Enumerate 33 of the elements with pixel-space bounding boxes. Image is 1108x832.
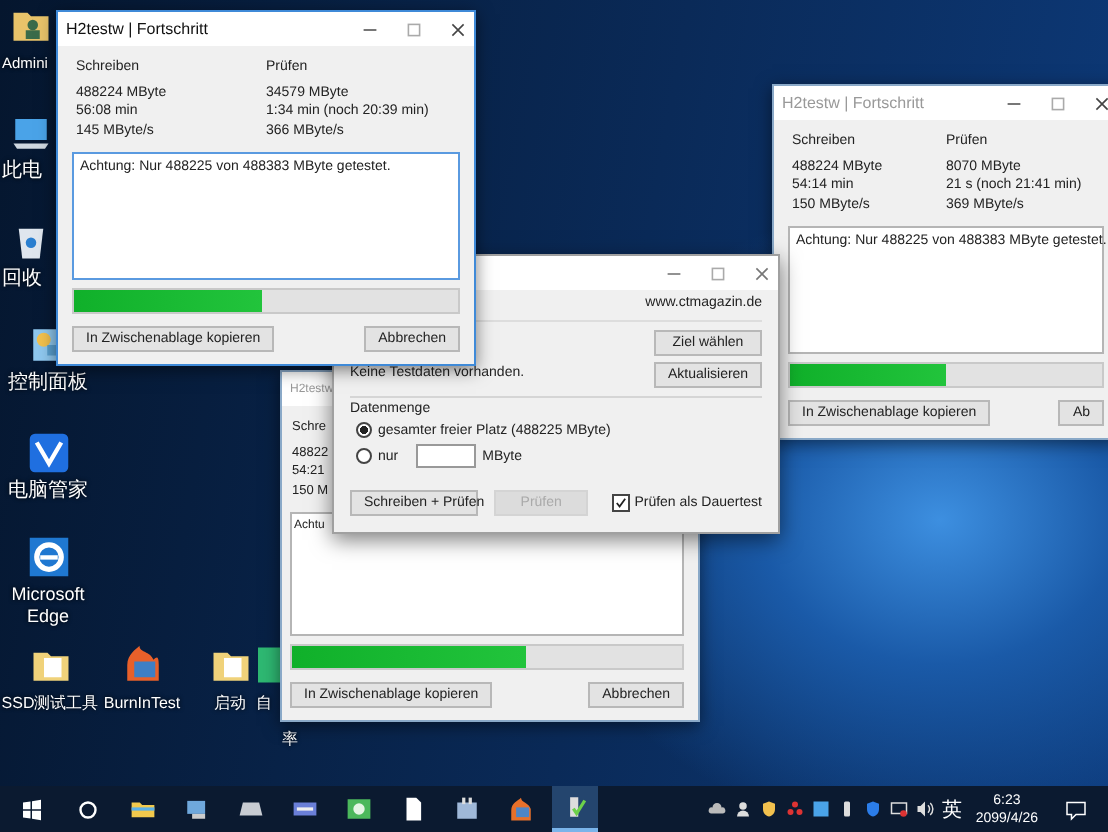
flame-monitor-icon: [508, 796, 534, 822]
input-language[interactable]: 英: [941, 795, 962, 823]
search-icon[interactable]: [76, 797, 100, 821]
desktop-icon-label: Microsoft Edge: [9, 584, 87, 628]
desktop-icon-label: 自: [256, 692, 272, 714]
radio-button[interactable]: [356, 422, 372, 438]
network-icon[interactable]: [889, 800, 908, 818]
radio-button[interactable]: [356, 448, 372, 464]
taskbar-app[interactable]: [552, 786, 598, 832]
cloud-icon[interactable]: [707, 800, 726, 818]
notification-icon[interactable]: [1064, 797, 1088, 821]
person-icon[interactable]: [733, 800, 752, 818]
window-title: H2testw | Fortschritt: [66, 20, 210, 38]
checkbox[interactable]: [612, 494, 631, 512]
desktop-icon-label: SSD测试工具: [1, 692, 99, 714]
desktop-icon-label: 启动: [214, 692, 246, 714]
close-icon[interactable]: [754, 265, 770, 281]
desktop-icon-label: BurnInTest: [103, 692, 181, 714]
close-icon[interactable]: [450, 21, 466, 37]
desktop-icon-label: 此电: [2, 160, 42, 182]
desktop-icon-label: 控制面板: [8, 372, 88, 394]
close-icon[interactable]: [1094, 95, 1108, 111]
amount-field[interactable]: [416, 444, 477, 468]
device-icon: [454, 796, 480, 822]
desktop-icon-label: 率: [282, 728, 298, 750]
computer-icon: [184, 796, 210, 822]
desktop-icon-label: 回收: [2, 268, 42, 290]
window-title: H2testw | Fortschritt: [782, 94, 926, 112]
flame-monitor-icon[interactable]: [121, 644, 163, 686]
speaker-icon[interactable]: [915, 800, 934, 818]
app-icon[interactable]: [811, 800, 830, 818]
desktop-icon-label: 电脑管家: [8, 480, 88, 502]
start-icon[interactable]: [20, 797, 44, 821]
